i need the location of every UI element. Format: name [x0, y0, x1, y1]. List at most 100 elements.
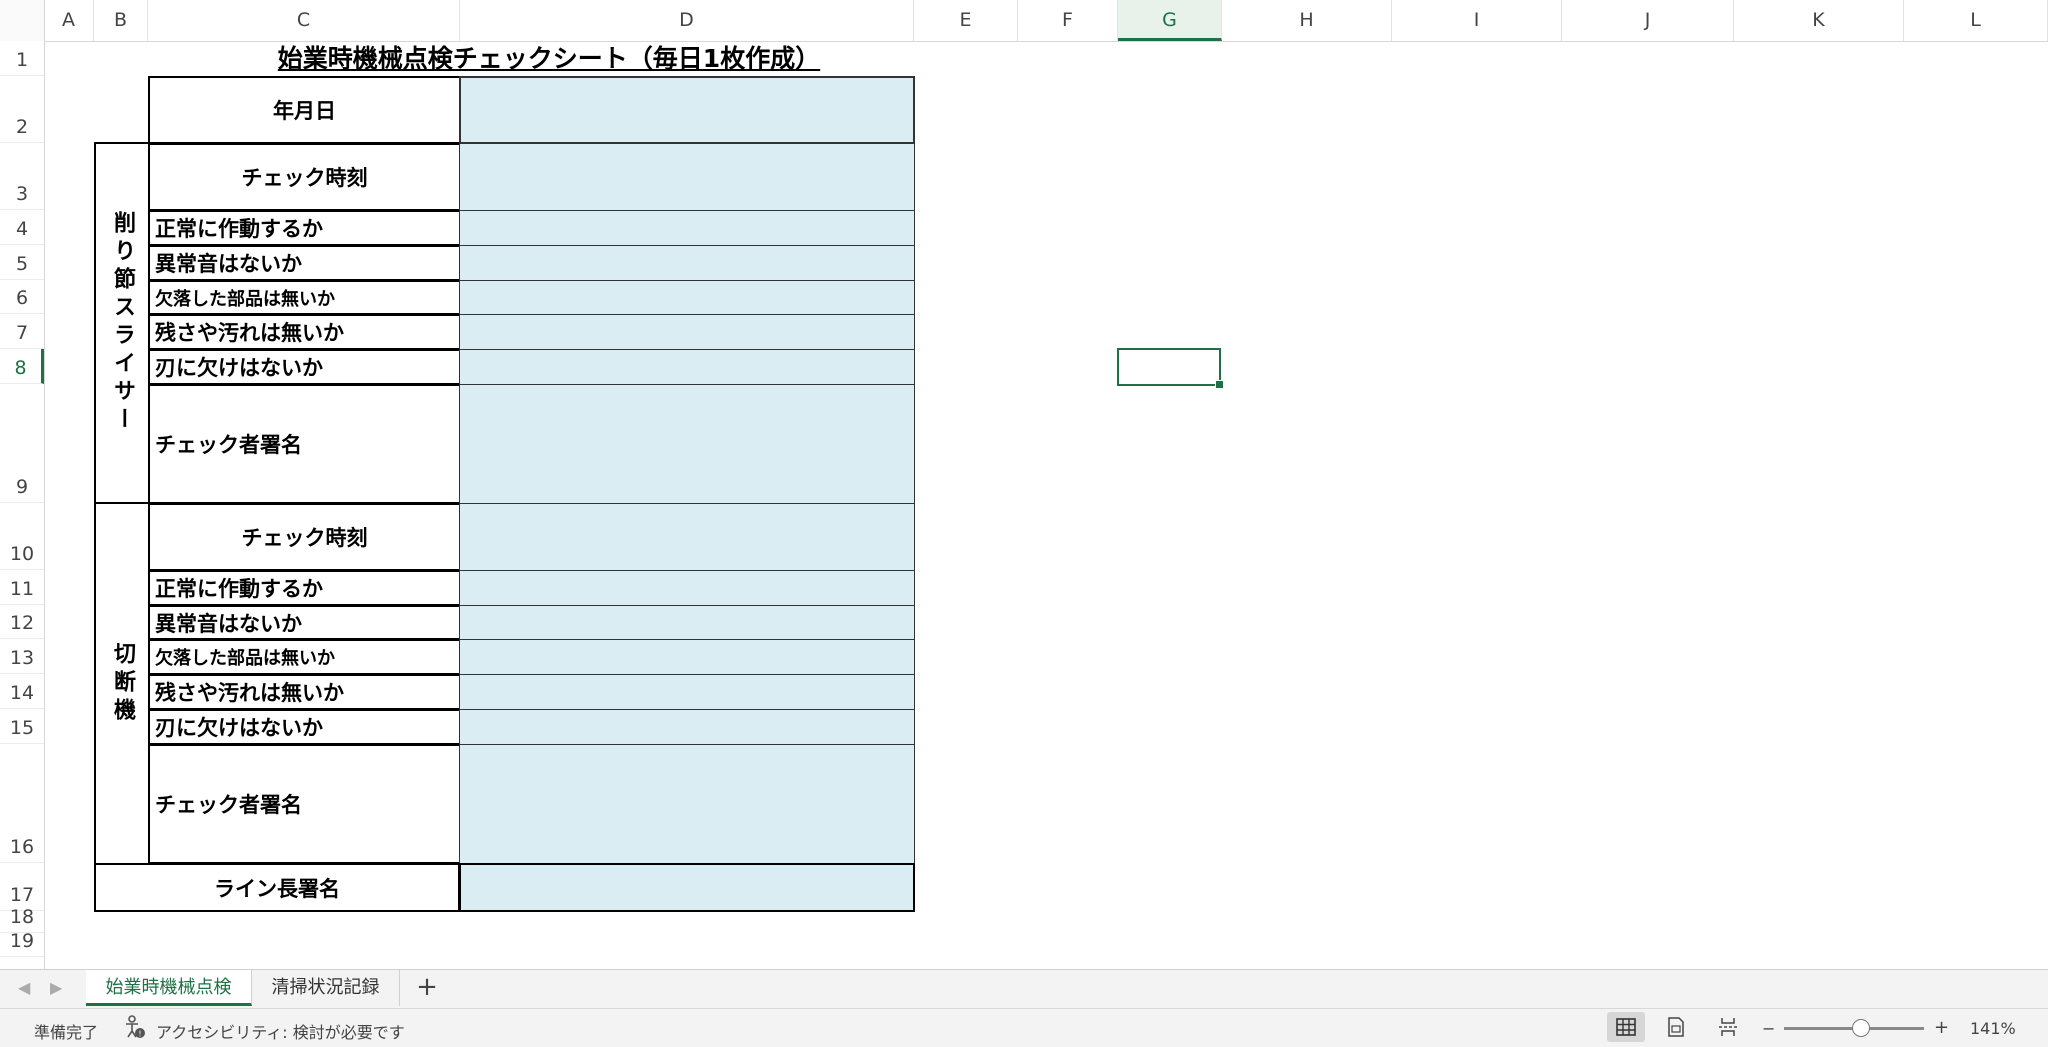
column-header-bar: A B C D E F G H I J K L: [0, 0, 2048, 42]
normal-view-button[interactable]: [1607, 1012, 1645, 1042]
row-number: 5: [15, 253, 29, 275]
add-sheet-button[interactable]: +: [402, 970, 452, 1006]
section1-item-label[interactable]: 刃に欠けはないか: [148, 349, 460, 385]
section1-signature-value[interactable]: [459, 384, 915, 504]
section2-item-label[interactable]: 残さや汚れは無いか: [148, 674, 460, 710]
row-header[interactable]: 3: [0, 143, 44, 210]
section2-item-label[interactable]: 正常に作動するか: [148, 570, 460, 606]
row-header[interactable]: 14: [0, 674, 44, 709]
row-header[interactable]: 4: [0, 210, 44, 245]
column-header-g[interactable]: G: [1118, 0, 1222, 41]
section2-item-value[interactable]: [459, 639, 915, 675]
section2-item-value[interactable]: [459, 570, 915, 606]
section2-name-cell[interactable]: 切断機: [94, 502, 150, 865]
zoom-slider-thumb[interactable]: [1852, 1019, 1870, 1037]
line-manager-value[interactable]: [459, 863, 915, 912]
row-number: 19: [9, 930, 35, 952]
row-header[interactable]: 19: [0, 930, 44, 957]
column-header-l[interactable]: L: [1904, 0, 2048, 41]
section1-item-label[interactable]: 正常に作動するか: [148, 210, 460, 246]
sheet-tab[interactable]: 清掃状況記録: [252, 970, 400, 1006]
page-break-preview-button[interactable]: [1709, 1012, 1747, 1042]
row-header[interactable]: 15: [0, 709, 44, 744]
select-all-corner[interactable]: [0, 0, 45, 41]
row-number: 6: [15, 287, 29, 309]
row-number: 7: [15, 322, 29, 344]
section1-check-time-value[interactable]: [459, 143, 915, 211]
active-cell-selection[interactable]: [1117, 348, 1224, 389]
section2-check-time-value[interactable]: [459, 503, 915, 571]
accessibility-status[interactable]: アクセシビリティ: 検討が必要です: [156, 1019, 405, 1043]
next-sheet-icon[interactable]: ▶: [50, 978, 62, 997]
line-manager-label[interactable]: ライン長署名: [94, 863, 460, 912]
row-header[interactable]: 2: [0, 76, 44, 143]
accessibility-icon[interactable]: !: [124, 1015, 146, 1043]
section2-item-value[interactable]: [459, 674, 915, 710]
row-header[interactable]: 13: [0, 639, 44, 674]
column-header-j[interactable]: J: [1562, 0, 1734, 41]
column-header-f[interactable]: F: [1018, 0, 1118, 41]
section2-item-value[interactable]: [459, 709, 915, 745]
zoom-in-button[interactable]: +: [1934, 1017, 1949, 1038]
row-header[interactable]: 6: [0, 280, 44, 314]
prev-sheet-icon[interactable]: ◀: [18, 978, 30, 997]
sheet-tab-bar: ◀ ▶ 始業時機械点検 清掃状況記録 +: [0, 969, 2048, 1008]
row-number: 17: [9, 884, 35, 906]
row-header-selected[interactable]: 8: [0, 349, 44, 384]
section1-item-value[interactable]: [459, 314, 915, 350]
column-header-h[interactable]: H: [1222, 0, 1392, 41]
column-header-i[interactable]: I: [1392, 0, 1562, 41]
sheet-tab-active[interactable]: 始業時機械点検: [86, 970, 252, 1006]
column-header-k[interactable]: K: [1734, 0, 1904, 41]
section1-name-cell[interactable]: 削り節スライサー: [94, 142, 150, 504]
column-header-d[interactable]: D: [460, 0, 914, 41]
column-header-a[interactable]: A: [44, 0, 94, 41]
date-label-cell[interactable]: 年月日: [148, 76, 460, 144]
sheet-title[interactable]: 始業時機械点検チェックシート（毎日1枚作成）: [239, 42, 859, 76]
grid-view-icon: [1616, 1018, 1636, 1036]
zoom-out-button[interactable]: −: [1762, 1019, 1775, 1038]
section2-item-label[interactable]: 欠落した部品は無いか: [148, 639, 460, 675]
row-number: 8: [14, 357, 27, 379]
column-header-b[interactable]: B: [94, 0, 148, 41]
section1-item-label[interactable]: 欠落した部品は無いか: [148, 280, 460, 315]
row-header[interactable]: 1: [0, 41, 44, 76]
row-number: 14: [9, 682, 35, 704]
section2-signature-value[interactable]: [459, 744, 915, 864]
row-header[interactable]: 10: [0, 503, 44, 570]
sheet-grid[interactable]: 始業時機械点検チェックシート（毎日1枚作成） 年月日 削り節スライサー チェック…: [45, 42, 2048, 969]
row-number: 11: [9, 578, 35, 600]
date-value-cell[interactable]: [459, 76, 915, 144]
column-header-c[interactable]: C: [148, 0, 460, 41]
section1-check-time-label[interactable]: チェック時刻: [148, 143, 460, 211]
ready-status: 準備完了: [34, 1023, 99, 1042]
row-header[interactable]: 16: [0, 744, 44, 863]
row-header[interactable]: 7: [0, 314, 44, 349]
section1-item-value[interactable]: [459, 280, 915, 315]
section2-item-label[interactable]: 異常音はないか: [148, 605, 460, 640]
section1-item-label[interactable]: 残さや汚れは無いか: [148, 314, 460, 350]
section2-item-value[interactable]: [459, 605, 915, 640]
section1-item-value[interactable]: [459, 245, 915, 281]
row-number: 13: [9, 647, 35, 669]
row-header[interactable]: 9: [0, 384, 44, 503]
section1-item-value[interactable]: [459, 349, 915, 385]
column-header-e[interactable]: E: [914, 0, 1018, 41]
section2-item-label[interactable]: 刃に欠けはないか: [148, 709, 460, 745]
row-number: 3: [15, 183, 29, 205]
zoom-level[interactable]: 141%: [1970, 1019, 2016, 1038]
status-bar: 準備完了 ! アクセシビリティ: 検討が必要です − + 141%: [0, 1008, 2048, 1047]
section1-item-label[interactable]: 異常音はないか: [148, 245, 460, 281]
row-header[interactable]: 5: [0, 245, 44, 280]
section1-signature-label[interactable]: チェック者署名: [148, 384, 460, 504]
section2-check-time-label[interactable]: チェック時刻: [148, 503, 460, 571]
page-layout-view-button[interactable]: [1657, 1012, 1695, 1042]
row-header[interactable]: 12: [0, 605, 44, 639]
row-header[interactable]: 17: [0, 863, 44, 911]
section2-signature-label[interactable]: チェック者署名: [148, 744, 460, 864]
svg-text:!: !: [138, 1030, 141, 1039]
page-layout-icon: [1668, 1017, 1684, 1037]
section1-item-value[interactable]: [459, 210, 915, 246]
row-header[interactable]: 11: [0, 570, 44, 605]
row-number: 2: [15, 116, 29, 138]
